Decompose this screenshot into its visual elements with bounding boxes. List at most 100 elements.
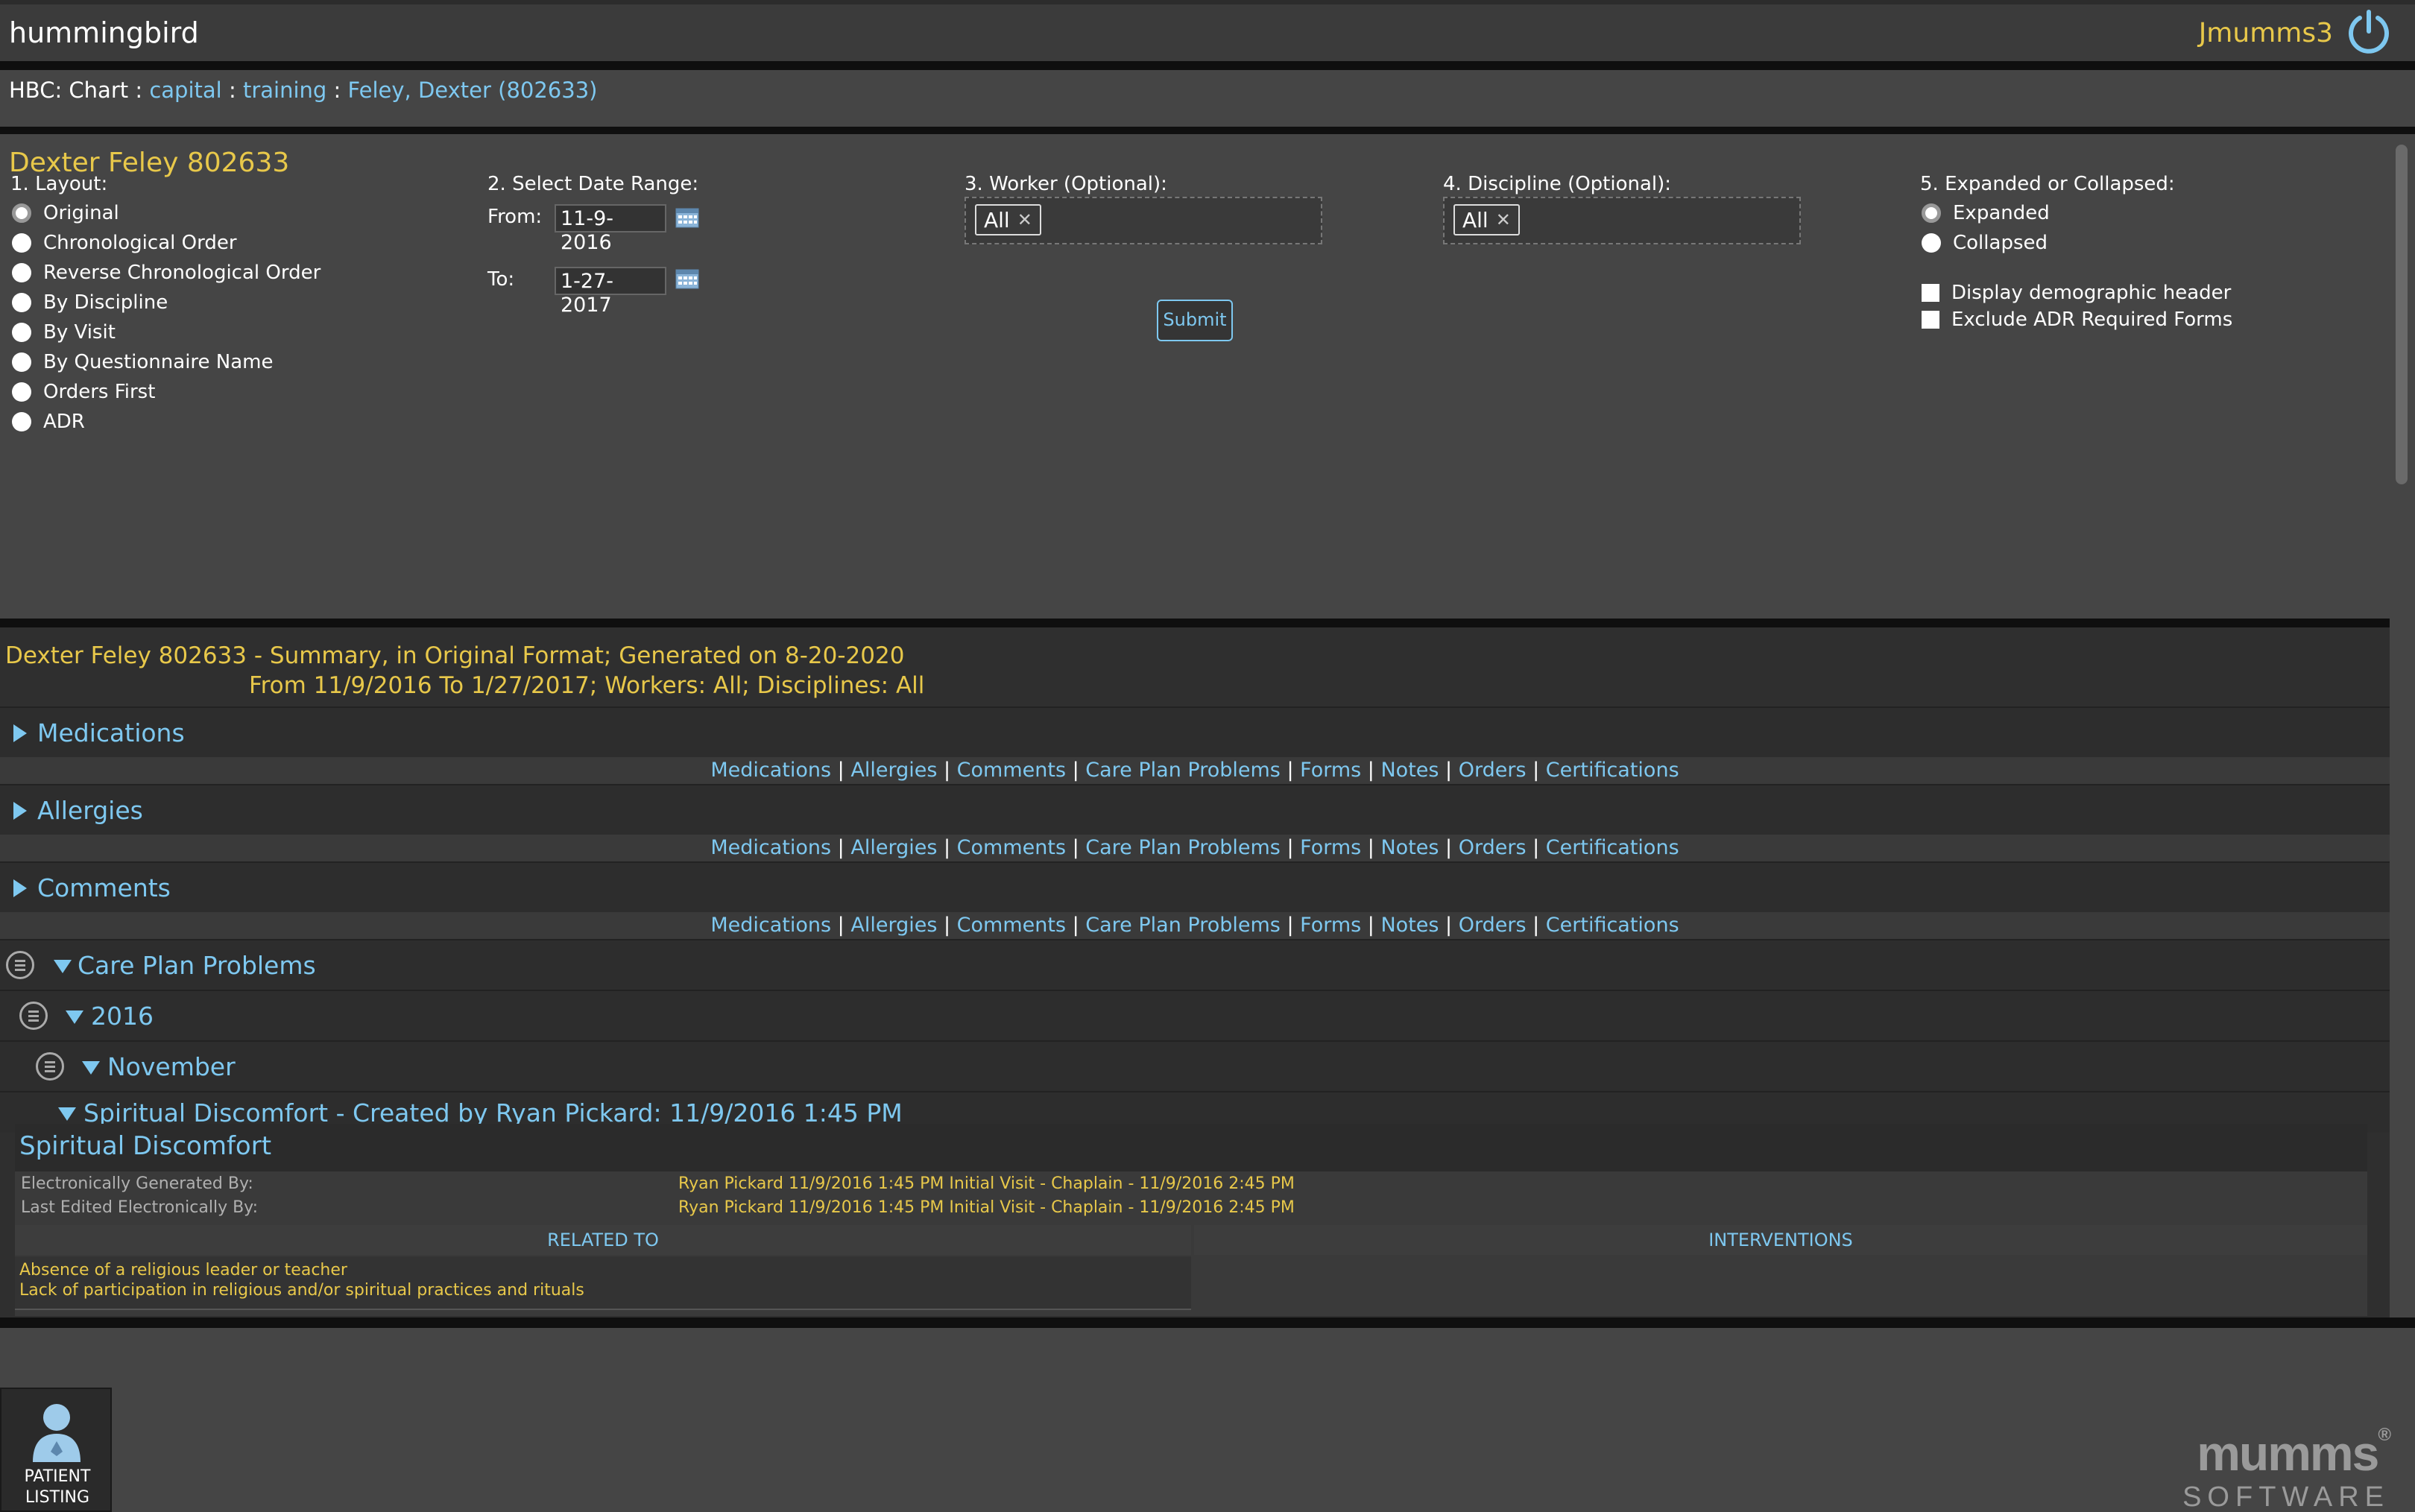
related-to-header: RELATED TO (15, 1225, 1191, 1255)
layout-option-original[interactable]: Original (12, 198, 321, 228)
detail-title: Spiritual Discomfort (19, 1131, 272, 1161)
power-icon[interactable] (2345, 7, 2393, 55)
layout-option-visit[interactable]: By Visit (12, 317, 321, 347)
breadcrumb-sep: : (228, 78, 236, 103)
list-icon[interactable] (6, 951, 34, 979)
layout-option-questionnaire[interactable]: By Questionnaire Name (12, 347, 321, 377)
list-icon[interactable] (19, 1002, 48, 1030)
nav-orders[interactable]: Orders (1459, 836, 1527, 859)
nav-comments[interactable]: Comments (957, 836, 1066, 859)
nav-comments[interactable]: Comments (957, 759, 1066, 782)
nav-medications[interactable]: Medications (710, 836, 831, 859)
related-item: Lack of participation in religious and/o… (19, 1281, 584, 1300)
worker-chip[interactable]: All ✕ (975, 204, 1041, 235)
worker-select[interactable]: All ✕ (965, 197, 1322, 244)
checkbox[interactable] (1922, 311, 1939, 329)
list-icon[interactable] (36, 1052, 64, 1081)
group-year-2016[interactable]: 2016 (0, 990, 2390, 1040)
nav-notes[interactable]: Notes (1380, 836, 1439, 859)
section-nav-links: Medications | Allergies | Comments | Car… (0, 757, 2390, 784)
breadcrumb-training[interactable]: training (243, 78, 326, 103)
layout-option-discipline[interactable]: By Discipline (12, 288, 321, 317)
calendar-icon[interactable] (675, 206, 699, 228)
layout-option-chronological[interactable]: Chronological Order (12, 228, 321, 258)
section-comments[interactable]: Comments (0, 861, 2390, 912)
nav-care-plan-problems[interactable]: Care Plan Problems (1085, 836, 1281, 859)
nav-notes[interactable]: Notes (1380, 759, 1439, 782)
layout-option-orders[interactable]: Orders First (12, 377, 321, 407)
nav-comments[interactable]: Comments (957, 914, 1066, 937)
to-date-input[interactable]: 1-27-2017 (555, 267, 666, 317)
radio[interactable] (12, 263, 31, 282)
to-label: To: (487, 268, 515, 291)
radio[interactable] (12, 382, 31, 402)
expand-option-collapsed[interactable]: Collapsed (1922, 228, 2050, 258)
section-medications[interactable]: Medications (0, 706, 2390, 757)
exclude-adr-checkbox-row[interactable]: Exclude ADR Required Forms (1922, 307, 2232, 332)
layout-option-adr[interactable]: ADR (12, 407, 321, 437)
triangle-right-icon[interactable] (13, 879, 27, 897)
patient-listing-button[interactable]: PATIENT LISTING (0, 1388, 112, 1512)
nav-forms[interactable]: Forms (1300, 836, 1361, 859)
nav-allergies[interactable]: Allergies (850, 836, 937, 859)
radio[interactable] (12, 293, 31, 312)
triangle-down-icon[interactable] (58, 1107, 76, 1121)
layout-option-reverse[interactable]: Reverse Chronological Order (12, 258, 321, 288)
breadcrumb-capital[interactable]: capital (149, 78, 221, 103)
nav-allergies[interactable]: Allergies (850, 914, 937, 937)
radio[interactable] (12, 352, 31, 372)
discipline-chip[interactable]: All ✕ (1453, 204, 1520, 235)
expand-label: 5. Expanded or Collapsed: (1920, 173, 2175, 195)
username-link[interactable]: Jmumms3 (2199, 18, 2333, 48)
nav-forms[interactable]: Forms (1300, 759, 1361, 782)
triangle-right-icon[interactable] (13, 724, 27, 742)
remove-icon[interactable]: ✕ (1017, 209, 1032, 230)
display-demographic-checkbox-row[interactable]: Display demographic header (1922, 280, 2231, 306)
nav-notes[interactable]: Notes (1380, 914, 1439, 937)
generated-by-value: Ryan Pickard 11/9/2016 1:45 PM Initial V… (678, 1174, 1295, 1193)
remove-icon[interactable]: ✕ (1496, 209, 1511, 230)
detail-header (15, 1124, 2367, 1171)
nav-medications[interactable]: Medications (710, 759, 831, 782)
scrollbar[interactable] (2396, 145, 2408, 484)
group-month-november[interactable]: November (0, 1040, 2390, 1091)
nav-forms[interactable]: Forms (1300, 914, 1361, 937)
discipline-select[interactable]: All ✕ (1443, 197, 1801, 244)
nav-allergies[interactable]: Allergies (850, 759, 937, 782)
nav-orders[interactable]: Orders (1459, 914, 1527, 937)
radio[interactable] (12, 412, 31, 431)
nav-orders[interactable]: Orders (1459, 759, 1527, 782)
nav-certifications[interactable]: Certifications (1546, 914, 1679, 937)
nav-certifications[interactable]: Certifications (1546, 836, 1679, 859)
calendar-icon[interactable] (675, 267, 699, 289)
date-range-label: 2. Select Date Range: (487, 173, 699, 195)
triangle-right-icon[interactable] (13, 802, 27, 820)
last-edited-label: Last Edited Electronically By: (21, 1198, 259, 1217)
nav-care-plan-problems[interactable]: Care Plan Problems (1085, 759, 1281, 782)
nav-certifications[interactable]: Certifications (1546, 759, 1679, 782)
triangle-down-icon[interactable] (54, 960, 72, 973)
generated-by-label: Electronically Generated By: (21, 1174, 253, 1193)
top-bar (0, 0, 2415, 70)
summary-title: Dexter Feley 802633 - Summary, in Origin… (5, 642, 905, 669)
radio[interactable] (12, 233, 31, 253)
nav-medications[interactable]: Medications (710, 914, 831, 937)
triangle-down-icon[interactable] (66, 1010, 83, 1024)
patient-icon (33, 1404, 80, 1462)
radio[interactable] (12, 323, 31, 342)
radio-selected[interactable] (1922, 203, 1941, 223)
expand-option-expanded[interactable]: Expanded (1922, 198, 2050, 228)
submit-button[interactable]: Submit (1157, 300, 1233, 341)
checkbox[interactable] (1922, 284, 1939, 302)
nav-care-plan-problems[interactable]: Care Plan Problems (1085, 914, 1281, 937)
triangle-down-icon[interactable] (82, 1061, 100, 1075)
last-edited-value: Ryan Pickard 11/9/2016 1:45 PM Initial V… (678, 1198, 1295, 1217)
section-allergies[interactable]: Allergies (0, 784, 2390, 835)
from-date-input[interactable]: 11-9-2016 (555, 204, 666, 254)
interventions-header: INTERVENTIONS (1194, 1225, 2367, 1255)
breadcrumb-patient[interactable]: Feley, Dexter (802633) (348, 78, 598, 103)
section-care-plan-problems[interactable]: Care Plan Problems (0, 939, 2390, 990)
radio-selected[interactable] (12, 203, 31, 223)
layout-label: 1. Layout: (10, 173, 108, 195)
radio[interactable] (1922, 233, 1941, 253)
